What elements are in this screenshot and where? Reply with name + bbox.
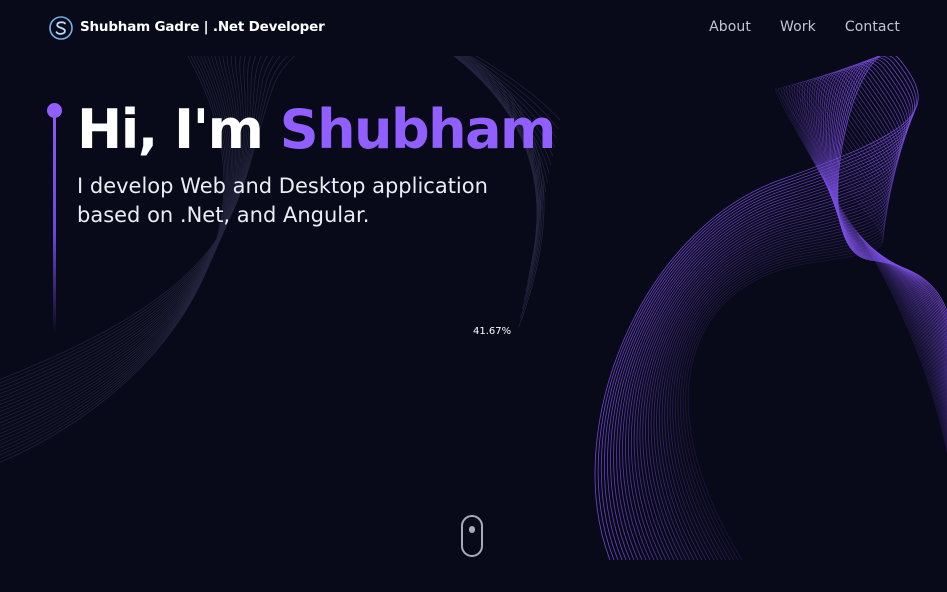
hero-greeting: Hi, I'm	[77, 98, 280, 161]
portfolio-page: Shubham Gadre | .Net Developer About Wor…	[0, 0, 947, 592]
hero-name: Shubham	[279, 98, 557, 161]
scroll-wheel-dot	[469, 526, 475, 533]
brand-title[interactable]: Shubham Gadre | .Net Developer	[80, 19, 325, 35]
wave-line	[656, 78, 947, 561]
nav-links: About Work Contact	[709, 19, 900, 35]
wave-line	[653, 77, 947, 561]
wave-line	[607, 58, 947, 561]
nav-link-about[interactable]: About	[709, 19, 751, 35]
wave-line	[619, 64, 947, 561]
accent-line	[53, 114, 56, 334]
loading-progress-text: 41.67%	[473, 326, 512, 337]
wave-lines-background	[0, 0, 947, 561]
wave-line	[0, 0, 561, 463]
hero-headline: Hi, I'm Shubham	[77, 96, 557, 164]
mouse-scroll-icon[interactable]	[461, 515, 483, 557]
nav-link-work[interactable]: Work	[780, 19, 816, 35]
top-navbar: Shubham Gadre | .Net Developer About Wor…	[0, 0, 947, 56]
s-logo-icon[interactable]	[48, 15, 74, 41]
hero-subtitle: I develop Web and Desktop application ba…	[77, 174, 488, 227]
nav-link-contact[interactable]: Contact	[845, 19, 900, 35]
